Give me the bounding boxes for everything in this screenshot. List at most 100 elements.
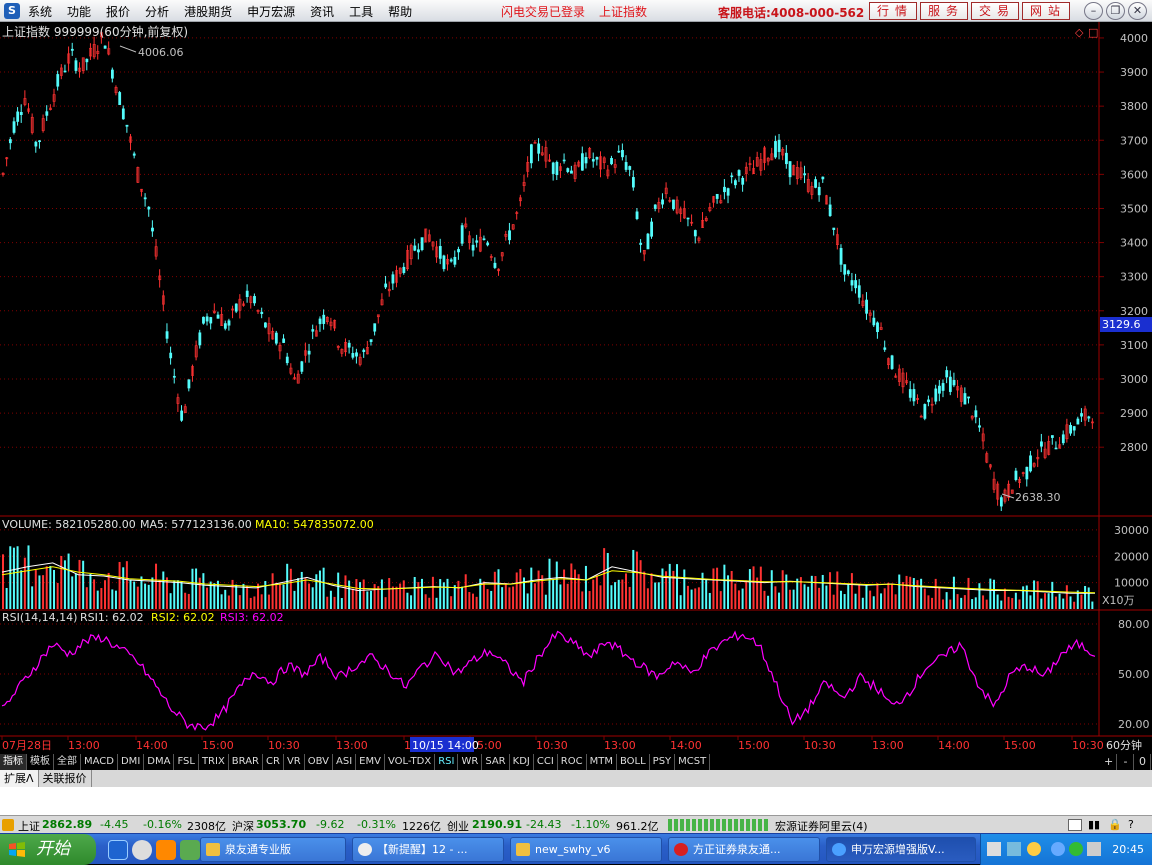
lock-icon[interactable]: 🔒 [1108,818,1122,831]
indicator-tab[interactable]: VR [284,754,305,770]
volume-bar [446,578,449,609]
menu-item[interactable]: 工具 [349,3,382,20]
ie-icon[interactable] [108,840,128,860]
hs-index-value[interactable]: 3053.70 [256,818,306,831]
indicator-tab[interactable]: WR [458,754,483,770]
indicator-tab[interactable]: BRAR [229,754,263,770]
menu-item[interactable]: 申万宏源 [247,3,304,20]
indicator-tab[interactable]: MTM [587,754,617,770]
volume-bar [431,576,434,609]
cy-index-value[interactable]: 2190.91 [472,818,522,831]
sh-index-value[interactable]: 2862.89 [42,818,92,831]
indicator-tab[interactable]: RSI [435,754,459,770]
start-button[interactable]: 开始 [0,834,96,865]
alert-icon[interactable] [2,819,14,831]
taskbar-item[interactable]: 【新提醒】12 - ... [352,837,504,862]
indicator-tab[interactable]: OBV [305,754,333,770]
volume-bar [515,572,518,609]
menu-item[interactable]: 资讯 [310,3,343,20]
back-icon[interactable] [1051,842,1065,856]
help-icon[interactable]: ? [1128,818,1134,831]
indicator-tab[interactable]: MACD [81,754,118,770]
indicator-tab[interactable]: PSY [650,754,676,770]
website-button[interactable]: 网站 [1022,2,1070,20]
network-icon[interactable] [1007,842,1021,856]
desktop-icon[interactable] [180,840,200,860]
indicator-tab[interactable]: ROC [558,754,587,770]
volume-bar [850,573,853,609]
volume-bar [344,575,347,609]
keyboard-icon[interactable] [987,842,1001,856]
candle-body [234,303,238,312]
menu-item[interactable]: 港股期货 [184,3,241,20]
period-label[interactable]: 60分钟 [1106,738,1142,752]
window-icon[interactable] [1068,819,1082,831]
volume-bar [705,579,708,609]
market-breadth-icon [668,819,768,831]
clock[interactable]: 20:45 [1112,843,1144,856]
indicator-tab[interactable]: BOLL [617,754,650,770]
tab-control-button[interactable]: 0 [1135,754,1151,770]
indicator-tab[interactable]: SAR [482,754,510,770]
volume-bar [923,588,926,609]
tray-app-icon[interactable] [1027,842,1041,856]
indicator-tab[interactable]: 指标 [0,754,27,770]
indicator-tab[interactable]: KDJ [510,754,534,770]
candle-body [945,370,949,378]
candle-body [8,139,12,144]
indicator-tab[interactable]: 全部 [54,754,81,770]
indicator-tab[interactable]: TRIX [199,754,229,770]
volume-bar [122,567,125,609]
chart-area[interactable]: 4000 3900 3800 3700 3600 3500 3400 3300 3200 3100… [0,22,1152,754]
quotes-button[interactable]: 行情 [869,2,917,20]
indicator-tab[interactable]: CCI [534,754,558,770]
taskbar-item[interactable]: new_swhy_v6 [510,837,662,862]
signal-icon[interactable]: ▮▮ [1088,818,1100,831]
indicator-tab[interactable]: FSL [174,754,199,770]
sh-index-name: 上证 [18,820,40,833]
play-icon[interactable] [1069,842,1083,856]
current-symbol[interactable]: 上证指数 [599,3,647,20]
menu-item[interactable]: 功能 [67,3,100,20]
server-name[interactable]: 宏源证券阿里云(4) [775,818,868,834]
tab-related-quotes[interactable]: 关联报价 [39,770,92,787]
kline-chart-svg[interactable]: 4000 3900 3800 3700 3600 3500 3400 3300 3200 3100… [0,22,1152,754]
menu-item[interactable]: 系统 [28,3,61,20]
y-tick-label: 20.00 [1118,718,1150,731]
indicator-tab[interactable]: DMI [118,754,145,770]
indicator-tab[interactable]: EMV [356,754,385,770]
volume-icon[interactable] [1087,842,1101,856]
taskbar-item[interactable]: 方正证券泉友通... [668,837,820,862]
indicator-tab[interactable]: CR [263,754,284,770]
minimize-icon[interactable]: – [1084,2,1103,20]
taskbar-item[interactable]: 泉友通专业版 [200,837,346,862]
close-icon[interactable]: ✕ [1128,2,1147,20]
trade-login-status[interactable]: 闪电交易已登录 [501,3,585,20]
candle-body [566,168,570,172]
tab-control-button[interactable]: - [1118,754,1134,770]
taskbar-item-active[interactable]: 申万宏源增强版V... [826,837,976,862]
tab-extend[interactable]: 扩展Λ [0,770,39,787]
service-button[interactable]: 服务 [920,2,968,20]
indicator-tab[interactable]: 模板 [27,754,54,770]
volume-bar [679,595,682,609]
volume-bar [1029,595,1032,609]
menu-item[interactable]: 分析 [145,3,178,20]
app-logo-icon[interactable]: S [4,3,20,19]
panel-max-icon[interactable]: □ [1088,26,1098,39]
menu-item[interactable]: 报价 [106,3,139,20]
indicator-tab[interactable]: DMA [144,754,175,770]
indicator-tab[interactable]: MCST [675,754,711,770]
candle-body [442,255,446,270]
tab-control-button[interactable]: + [1101,754,1117,770]
firefox-icon[interactable] [156,840,176,860]
indicator-tab[interactable]: ASI [333,754,357,770]
menu-item[interactable]: 帮助 [388,3,421,20]
trade-button[interactable]: 交易 [971,2,1019,20]
volume-bar [836,571,839,609]
restore-icon[interactable]: ❐ [1106,2,1125,20]
candle-body [562,159,566,162]
indicator-tab[interactable]: VOL-TDX [385,754,436,770]
panel-restore-icon[interactable]: ◇ [1075,26,1084,39]
chrome-icon[interactable] [132,840,152,860]
